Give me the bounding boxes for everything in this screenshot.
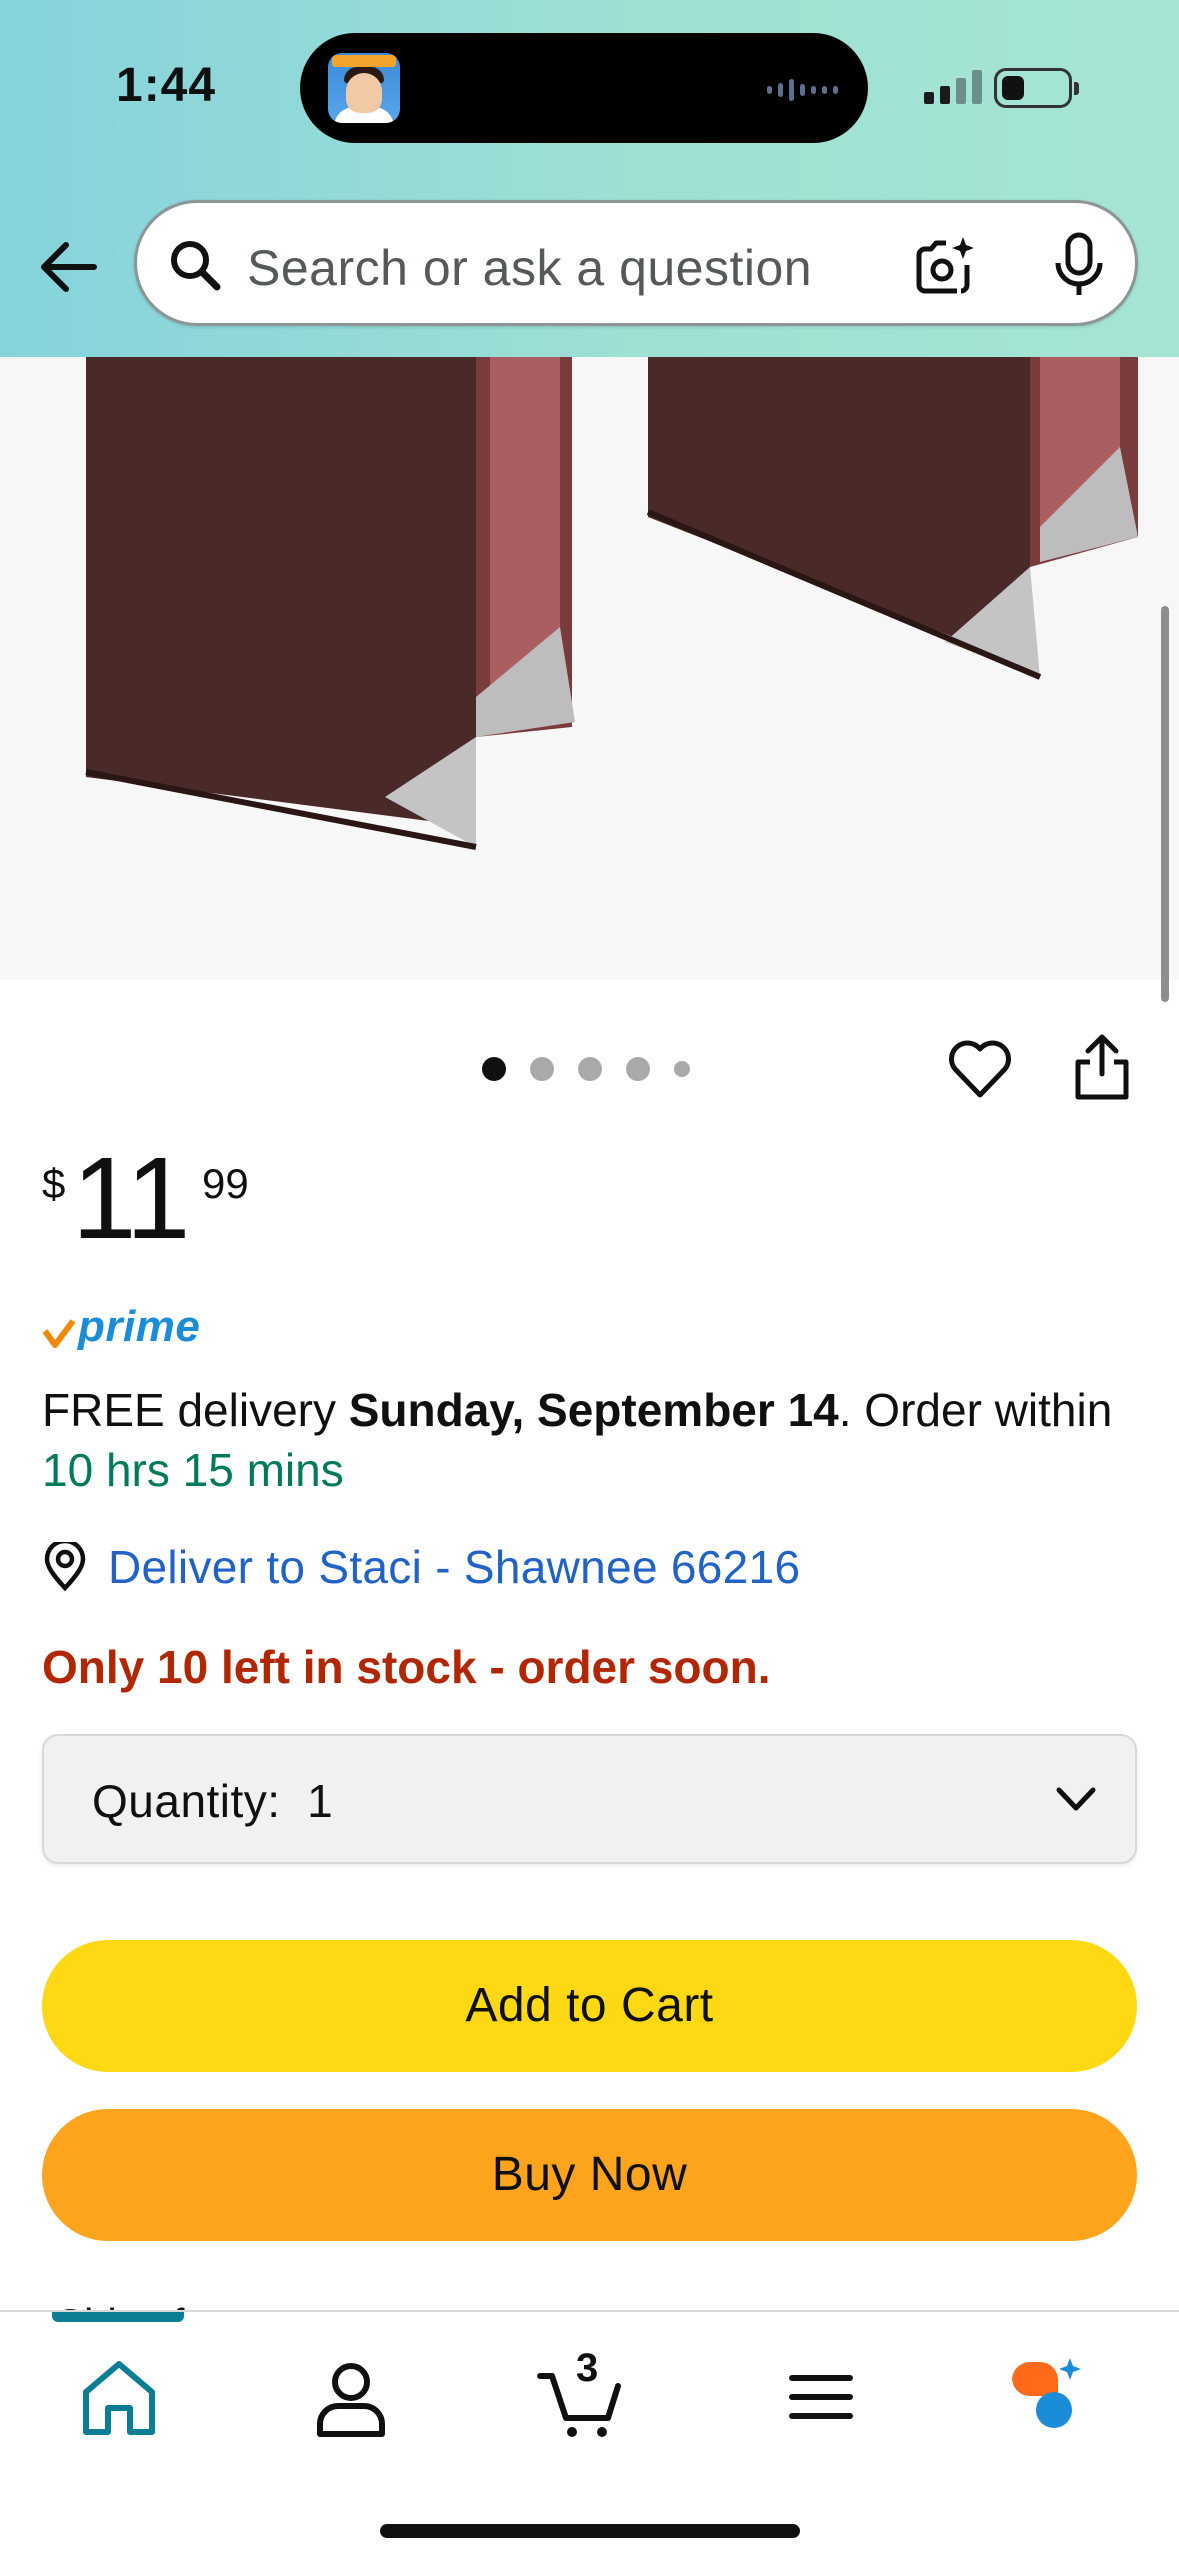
quantity-label: Quantity: 1 [92, 1775, 334, 1827]
cart-count: 3 [576, 2346, 599, 2390]
pagination-dot[interactable] [482, 1057, 506, 1081]
island-app-logo [332, 55, 396, 67]
deliver-to-text[interactable]: Deliver to Staci - Shawnee 66216 [108, 1540, 800, 1594]
delivery-countdown: 10 hrs 15 mins [42, 1444, 344, 1496]
add-to-cart-button[interactable]: Add to Cart [42, 1940, 1137, 2072]
home-indicator [380, 2524, 800, 2538]
chevron-down-icon [1056, 1787, 1096, 1811]
pagination-dot[interactable] [530, 1057, 554, 1081]
price-symbol: $ [42, 1160, 66, 1207]
pagination-dot[interactable] [578, 1057, 602, 1081]
pagination-dot[interactable] [626, 1057, 650, 1081]
heart-icon[interactable] [946, 1035, 1014, 1103]
delivery-date: Sunday, September 14 [348, 1384, 839, 1436]
product-photo-folders [85, 357, 1138, 850]
dynamic-island[interactable] [300, 33, 868, 143]
battery-icon [994, 68, 1079, 108]
delivery-prefix: FREE delivery [42, 1384, 349, 1436]
bottom-nav: 3 [0, 2310, 1179, 2556]
nav-active-indicator [52, 2312, 184, 2322]
delivery-message: FREE delivery Sunday, September 14. Orde… [42, 1380, 1142, 1500]
prime-check-icon [42, 1319, 76, 1348]
location-pin-icon [44, 1542, 86, 1592]
back-arrow-icon[interactable] [34, 232, 104, 302]
home-icon[interactable] [74, 2352, 164, 2442]
pagination-dot[interactable] [674, 1061, 690, 1077]
account-icon[interactable] [306, 2352, 396, 2442]
prime-badge: prime [42, 1305, 200, 1349]
header: 1:44 Search or ask a question [0, 0, 1179, 357]
cellular-signal-icon [924, 70, 982, 104]
price-whole: 11 [72, 1133, 190, 1263]
quantity-select[interactable]: Quantity: 1 [42, 1734, 1137, 1864]
product-image[interactable] [0, 357, 1179, 980]
search-icon [171, 241, 221, 291]
prime-label: prime [78, 1302, 201, 1351]
microphone-icon[interactable] [1049, 231, 1109, 299]
search-input[interactable]: Search or ask a question [247, 239, 812, 297]
price-fraction: 99 [202, 1160, 249, 1207]
now-playing-thumbnail [328, 53, 400, 123]
share-icon[interactable] [1072, 1032, 1132, 1102]
menu-icon[interactable] [776, 2352, 866, 2442]
deliver-to-link[interactable]: Deliver to Staci - Shawnee 66216 [42, 1540, 800, 1594]
buy-now-button[interactable]: Buy Now [42, 2109, 1137, 2241]
stock-warning: Only 10 left in stock - order soon. [42, 1641, 771, 1693]
camera-lens-icon[interactable] [911, 233, 977, 299]
scroll-indicator[interactable] [1161, 606, 1169, 1002]
rufus-assistant-icon[interactable] [1004, 2352, 1094, 2442]
audio-waveform-icon [767, 79, 838, 101]
search-bar[interactable]: Search or ask a question [134, 200, 1138, 326]
quantity-value: 1 [307, 1775, 334, 1827]
delivery-order-within: . Order within [838, 1384, 1113, 1436]
status-time: 1:44 [116, 59, 217, 112]
cart-button[interactable]: 3 [536, 2346, 626, 2442]
image-pagination[interactable] [482, 1057, 690, 1081]
